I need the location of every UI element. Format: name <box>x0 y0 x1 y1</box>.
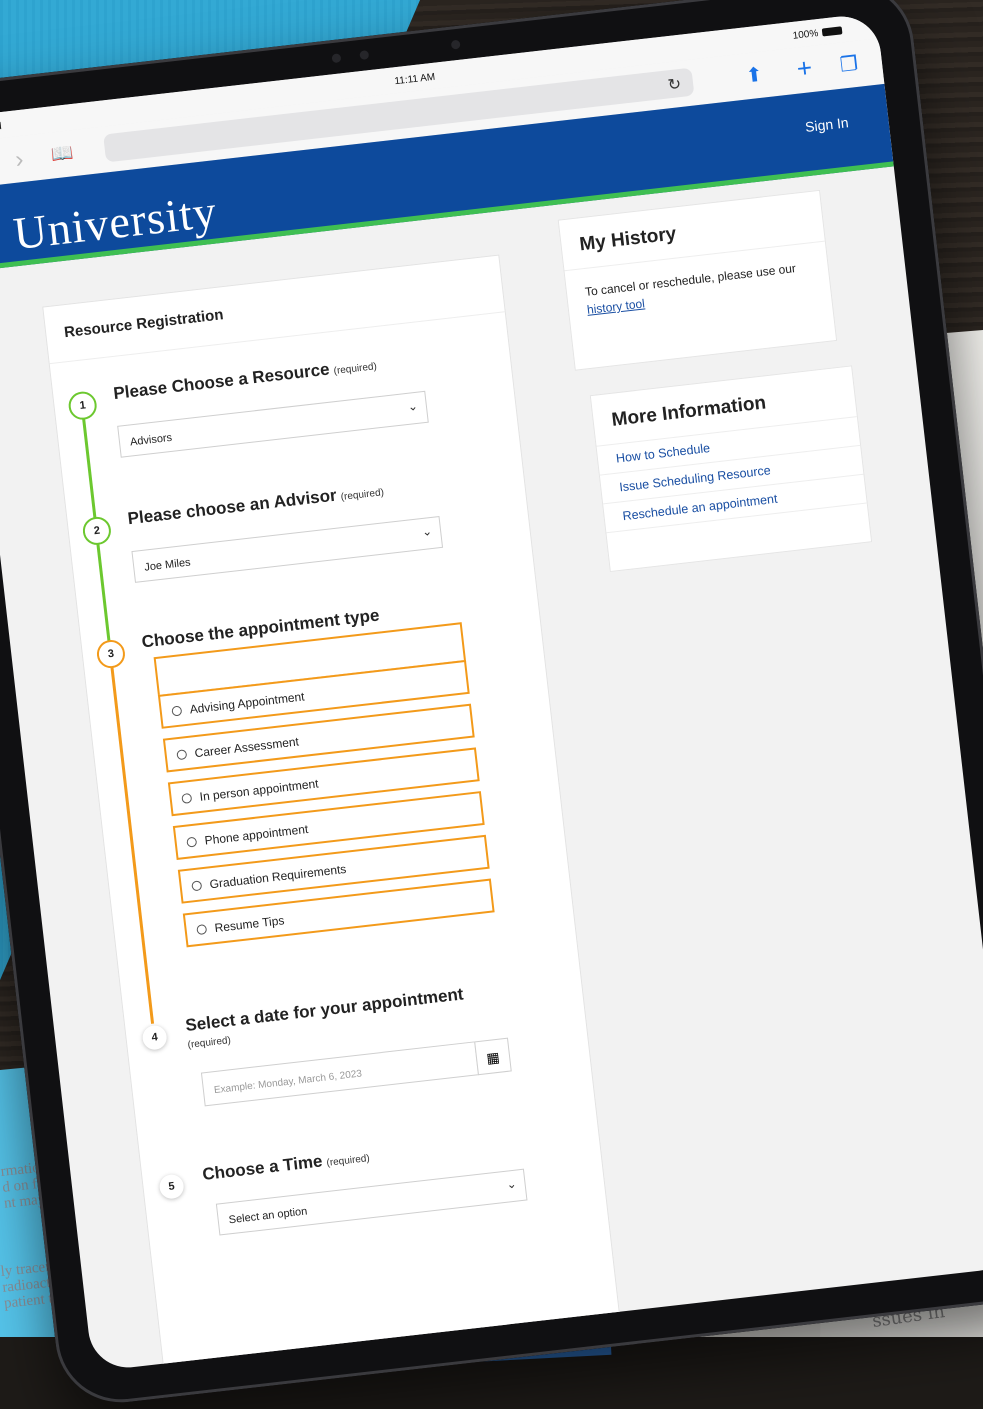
share-icon[interactable]: ⬆ <box>744 62 764 89</box>
step-time: 5 Choose a Time (required) Select an opti… <box>158 1146 528 1236</box>
camera-dot <box>331 53 342 64</box>
radio-button[interactable] <box>186 836 198 848</box>
calendar-icon[interactable]: ▦ <box>474 1037 512 1076</box>
time-select[interactable]: Select an option ⌄ <box>215 1168 528 1236</box>
step-number-badge: 5 <box>158 1173 185 1200</box>
step-heading: Choose a Time (required) <box>201 1151 371 1184</box>
ipad-frame: iPad 11:11 AM 100% ‹ › 📖 ↻ ⬆ + ❐ Univers… <box>0 0 983 1409</box>
reload-icon[interactable]: ↻ <box>667 74 683 95</box>
battery-icon <box>821 26 843 37</box>
chevron-down-icon: ⌄ <box>407 398 419 414</box>
radio-button[interactable] <box>181 792 193 804</box>
history-tool-link[interactable]: history tool <box>586 296 645 316</box>
step-number-badge: 3 <box>95 638 127 670</box>
advisor-select[interactable]: Joe Miles ⌄ <box>131 515 444 583</box>
step-number-badge: 4 <box>141 1024 168 1051</box>
sign-in-link[interactable]: Sign In <box>804 114 849 135</box>
camera-dot <box>359 50 370 61</box>
more-info-card: More Information How to Schedule Issue S… <box>589 365 873 573</box>
battery-status: 100% <box>792 25 843 42</box>
card-title: Resource Registration <box>43 255 505 365</box>
tabs-icon[interactable]: ❐ <box>839 51 860 78</box>
ipad-device: iPad 11:11 AM 100% ‹ › 📖 ↻ ⬆ + ❐ Univers… <box>0 0 983 1409</box>
step-date: 4 Select a date for your appointment (re… <box>141 984 512 1107</box>
resource-select[interactable]: Advisors ⌄ <box>117 390 429 458</box>
date-input[interactable]: Example: Monday, March 6, 2023 <box>200 1041 479 1107</box>
university-logo[interactable]: University <box>11 184 220 260</box>
registration-card: Resource Registration 1 Please Choose a … <box>42 254 622 1372</box>
chevron-down-icon: ⌄ <box>505 1176 518 1192</box>
bookmarks-icon[interactable]: 📖 <box>50 142 75 165</box>
radio-button[interactable] <box>191 880 203 892</box>
history-card: My History To cancel or reschedule, plea… <box>557 189 838 371</box>
progress-line-active <box>109 655 155 1024</box>
radio-button[interactable] <box>196 924 208 936</box>
step-heading: Please choose an Advisor (required) <box>126 485 385 529</box>
new-tab-icon[interactable]: + <box>795 52 814 85</box>
radio-button[interactable] <box>171 705 183 717</box>
step-resource: 1 Please Choose a Resource (required) Adv… <box>67 354 429 458</box>
step-number-badge: 2 <box>81 515 113 547</box>
ipad-screen: iPad 11:11 AM 100% ‹ › 📖 ↻ ⬆ + ❐ Univers… <box>0 12 983 1372</box>
step-appointment-type: 3 Choose the appointment type Advising A… <box>95 606 495 948</box>
step-number-badge: 1 <box>67 390 99 422</box>
chevron-down-icon: ⌄ <box>421 523 433 540</box>
radio-button[interactable] <box>176 749 188 761</box>
step-advisor: 2 Please choose an Advisor (required) Joe… <box>81 480 444 583</box>
forward-icon[interactable]: › <box>14 146 25 175</box>
step-heading: Please Choose a Resource (required) <box>112 359 378 404</box>
camera-dot <box>450 39 461 50</box>
